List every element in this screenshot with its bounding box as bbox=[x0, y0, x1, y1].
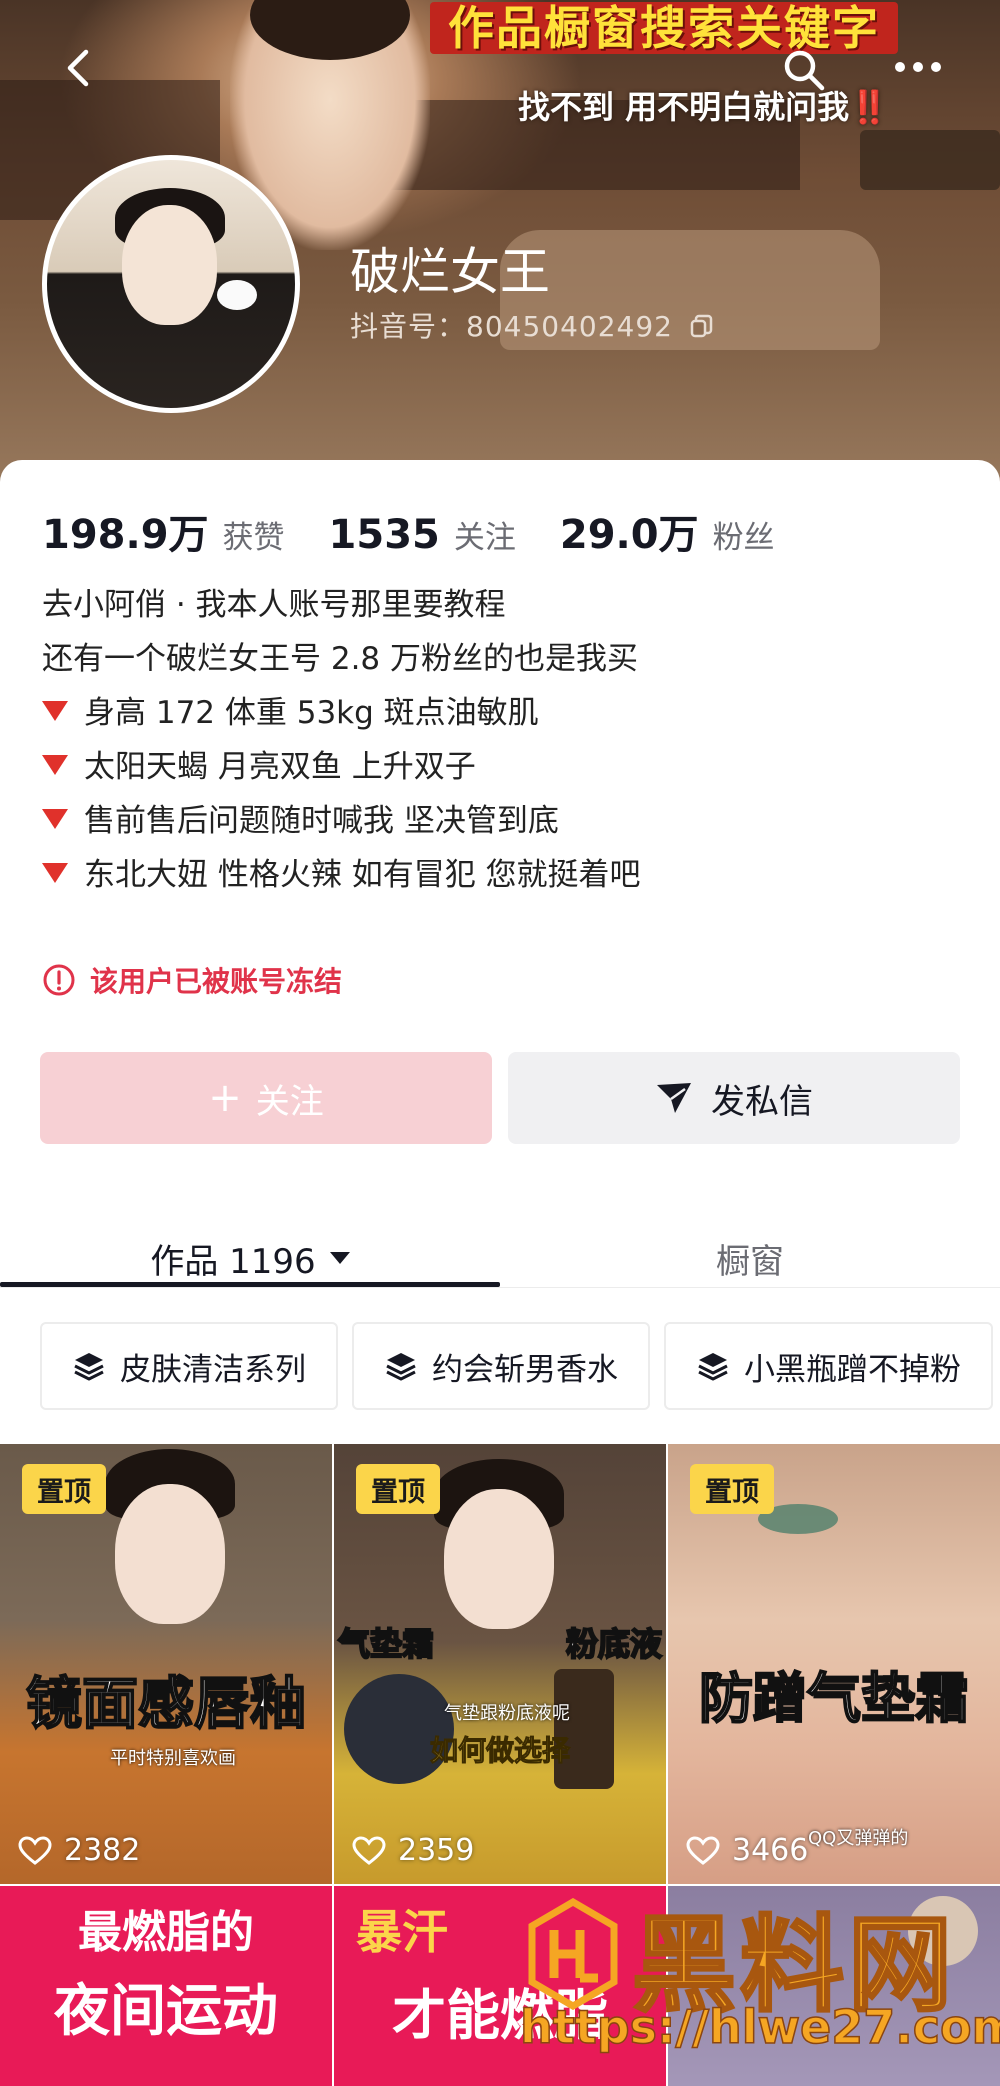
tab-shop-window[interactable]: 橱窗 bbox=[500, 1208, 1000, 1308]
video-overlay-title: 防蹭气垫霜 bbox=[698, 1666, 970, 1731]
like-count: 2382 bbox=[18, 1833, 140, 1868]
stat-following-value: 1535 bbox=[328, 512, 440, 558]
bio-bullet: 身高 172 体重 53kg 斑点油敏肌 bbox=[42, 686, 962, 740]
stat-followers-label: 粉丝 bbox=[712, 520, 775, 556]
bio-bullet-text: 售前售后问题随时喊我 坚决管到底 bbox=[84, 803, 559, 839]
video-caption: 平时特别喜欢画 bbox=[110, 1748, 236, 1769]
collection-chip-label: 小黑瓶蹭不掉粉 bbox=[744, 1351, 961, 1388]
video-overlay-title-left: 气垫霜 bbox=[337, 1624, 435, 1664]
watermark-logo-icon bbox=[528, 1898, 618, 2010]
avatar[interactable] bbox=[42, 155, 300, 413]
profile-header-background: 作品橱窗搜索关键字 找不到 用不明白就问我‼️ 破烂女王 抖音号：8045040… bbox=[0, 0, 1000, 500]
bio-bullet-text: 东北大妞 性格火辣 如有冒犯 您就挺着吧 bbox=[84, 857, 641, 893]
video-tile[interactable]: 置顶 防蹭气垫霜 QQ又弹弹的 3466 bbox=[668, 1444, 1000, 1884]
stat-likes[interactable]: 198.9万 获赞 bbox=[42, 502, 285, 560]
video-overlay-title-line2: 夜间运动 bbox=[54, 1979, 278, 2044]
bio-bullet-text: 身高 172 体重 53kg 斑点油敏肌 bbox=[84, 695, 539, 731]
plus-icon: + bbox=[208, 1075, 242, 1121]
follow-button-label: 关注 bbox=[255, 1081, 324, 1122]
tab-works-label: 作品 1196 bbox=[150, 1241, 316, 1282]
search-icon[interactable] bbox=[780, 46, 828, 94]
back-arrow-icon[interactable] bbox=[58, 46, 102, 90]
like-count: 3466 bbox=[686, 1833, 808, 1868]
video-tile[interactable]: 置顶 镜面感唇釉 平时特别喜欢画 2382 bbox=[0, 1444, 332, 1884]
collection-chip[interactable]: 皮肤清洁系列 bbox=[40, 1322, 338, 1410]
like-count-value: 2359 bbox=[398, 1833, 475, 1868]
bio-line: 还有一个破烂女王号 2.8 万粉丝的也是我买 bbox=[42, 641, 639, 677]
profile-nickname: 破烂女王 bbox=[350, 243, 550, 301]
caret-down-icon bbox=[329, 1252, 350, 1264]
video-caption: QQ又弹弹的 bbox=[808, 1828, 909, 1849]
stat-likes-value: 198.9万 bbox=[42, 512, 209, 558]
stat-likes-label: 获赞 bbox=[222, 520, 285, 556]
account-frozen-notice: 该用户已被账号冻结 bbox=[42, 960, 342, 1000]
profile-stats: 198.9万 获赞 1535 关注 29.0万 粉丝 bbox=[42, 502, 819, 562]
video-overlay-title-right: 粉底液 bbox=[565, 1624, 663, 1664]
stat-following[interactable]: 1535 关注 bbox=[329, 512, 516, 558]
collection-chip-label: 约会斩男香水 bbox=[432, 1351, 618, 1388]
header-banner-subtitle: 找不到 用不明白就问我‼️ bbox=[518, 82, 889, 128]
background-stool bbox=[860, 130, 1000, 190]
send-message-label: 发私信 bbox=[711, 1081, 813, 1122]
video-overlay-title-line1: 最燃脂的 bbox=[78, 1907, 254, 1958]
like-count-value: 2382 bbox=[64, 1833, 141, 1868]
red-triangle-icon bbox=[42, 809, 68, 829]
video-tile[interactable]: 置顶 气垫霜 粉底液 气垫跟粉底液呢 如何做选择 2359 bbox=[334, 1444, 666, 1884]
stat-followers-value: 29.0万 bbox=[559, 512, 699, 558]
layers-icon bbox=[698, 1353, 728, 1381]
more-options-icon[interactable] bbox=[892, 52, 944, 82]
pinned-badge: 置顶 bbox=[356, 1464, 440, 1514]
heart-icon bbox=[686, 1835, 720, 1865]
video-tile[interactable]: 最燃脂的 夜间运动 bbox=[0, 1886, 332, 2086]
collection-chip[interactable]: 约会斩男香水 bbox=[352, 1322, 650, 1410]
profile-bio: 去小阿俏 · 我本人账号那里要教程 还有一个破烂女王号 2.8 万粉丝的也是我买… bbox=[42, 578, 962, 902]
douyin-id-text: 抖音号：80450402492 bbox=[350, 310, 673, 343]
collection-chip[interactable]: 小黑瓶蹭不掉粉 bbox=[664, 1322, 993, 1410]
red-triangle-icon bbox=[42, 755, 68, 775]
double-exclamation-icon: ‼️ bbox=[849, 88, 889, 126]
alert-circle-icon bbox=[43, 964, 75, 996]
watermark-url: https://hlwe27.com bbox=[519, 1999, 1000, 2055]
douyin-id[interactable]: 抖音号：80450402492 bbox=[350, 305, 715, 345]
collection-chip-label: 皮肤清洁系列 bbox=[120, 1351, 306, 1388]
tab-works[interactable]: 作品 1196 bbox=[0, 1208, 500, 1308]
collection-chips: 皮肤清洁系列 约会斩男香水 小黑瓶蹭不掉粉 bbox=[40, 1322, 1000, 1416]
pinned-badge: 置顶 bbox=[690, 1464, 774, 1514]
profile-tabs: 作品 1196 橱窗 bbox=[0, 1208, 1000, 1308]
pinned-badge: 置顶 bbox=[22, 1464, 106, 1514]
layers-icon bbox=[74, 1353, 104, 1381]
bio-line: 去小阿俏 · 我本人账号那里要教程 bbox=[42, 587, 506, 623]
like-count: 2359 bbox=[352, 1833, 474, 1868]
bio-bullet: 售前售后问题随时喊我 坚决管到底 bbox=[42, 794, 962, 848]
stat-followers[interactable]: 29.0万 粉丝 bbox=[560, 502, 775, 560]
tab-shop-window-label: 橱窗 bbox=[716, 1241, 784, 1282]
copy-icon[interactable] bbox=[689, 313, 715, 339]
red-triangle-icon bbox=[42, 863, 68, 883]
bio-bullet: 太阳天蝎 月亮双鱼 上升双子 bbox=[42, 740, 962, 794]
profile-card: 198.9万 获赞 1535 关注 29.0万 粉丝 去小阿俏 · 我本人账号那… bbox=[0, 460, 1000, 2086]
send-paper-plane-icon bbox=[657, 1083, 691, 1113]
video-overlay-subtitle: 如何做选择 bbox=[429, 1734, 570, 1768]
red-triangle-icon bbox=[42, 701, 68, 721]
account-frozen-text: 该用户已被账号冻结 bbox=[90, 965, 343, 998]
bio-bullet-text: 太阳天蝎 月亮双鱼 上升双子 bbox=[84, 749, 476, 785]
heart-icon bbox=[18, 1835, 52, 1865]
like-count-value: 3466 bbox=[732, 1833, 809, 1868]
heart-icon bbox=[352, 1835, 386, 1865]
video-overlay-title: 镜面感唇釉 bbox=[25, 1671, 307, 1738]
tabs-divider bbox=[0, 1287, 1000, 1288]
stat-following-label: 关注 bbox=[453, 520, 516, 556]
video-caption: 气垫跟粉底液呢 bbox=[444, 1703, 570, 1724]
layers-icon bbox=[386, 1353, 416, 1381]
follow-button[interactable]: + 关注 bbox=[40, 1052, 492, 1144]
bio-bullet: 东北大妞 性格火辣 如有冒犯 您就挺着吧 bbox=[42, 848, 962, 902]
send-message-button[interactable]: 发私信 bbox=[508, 1052, 960, 1144]
